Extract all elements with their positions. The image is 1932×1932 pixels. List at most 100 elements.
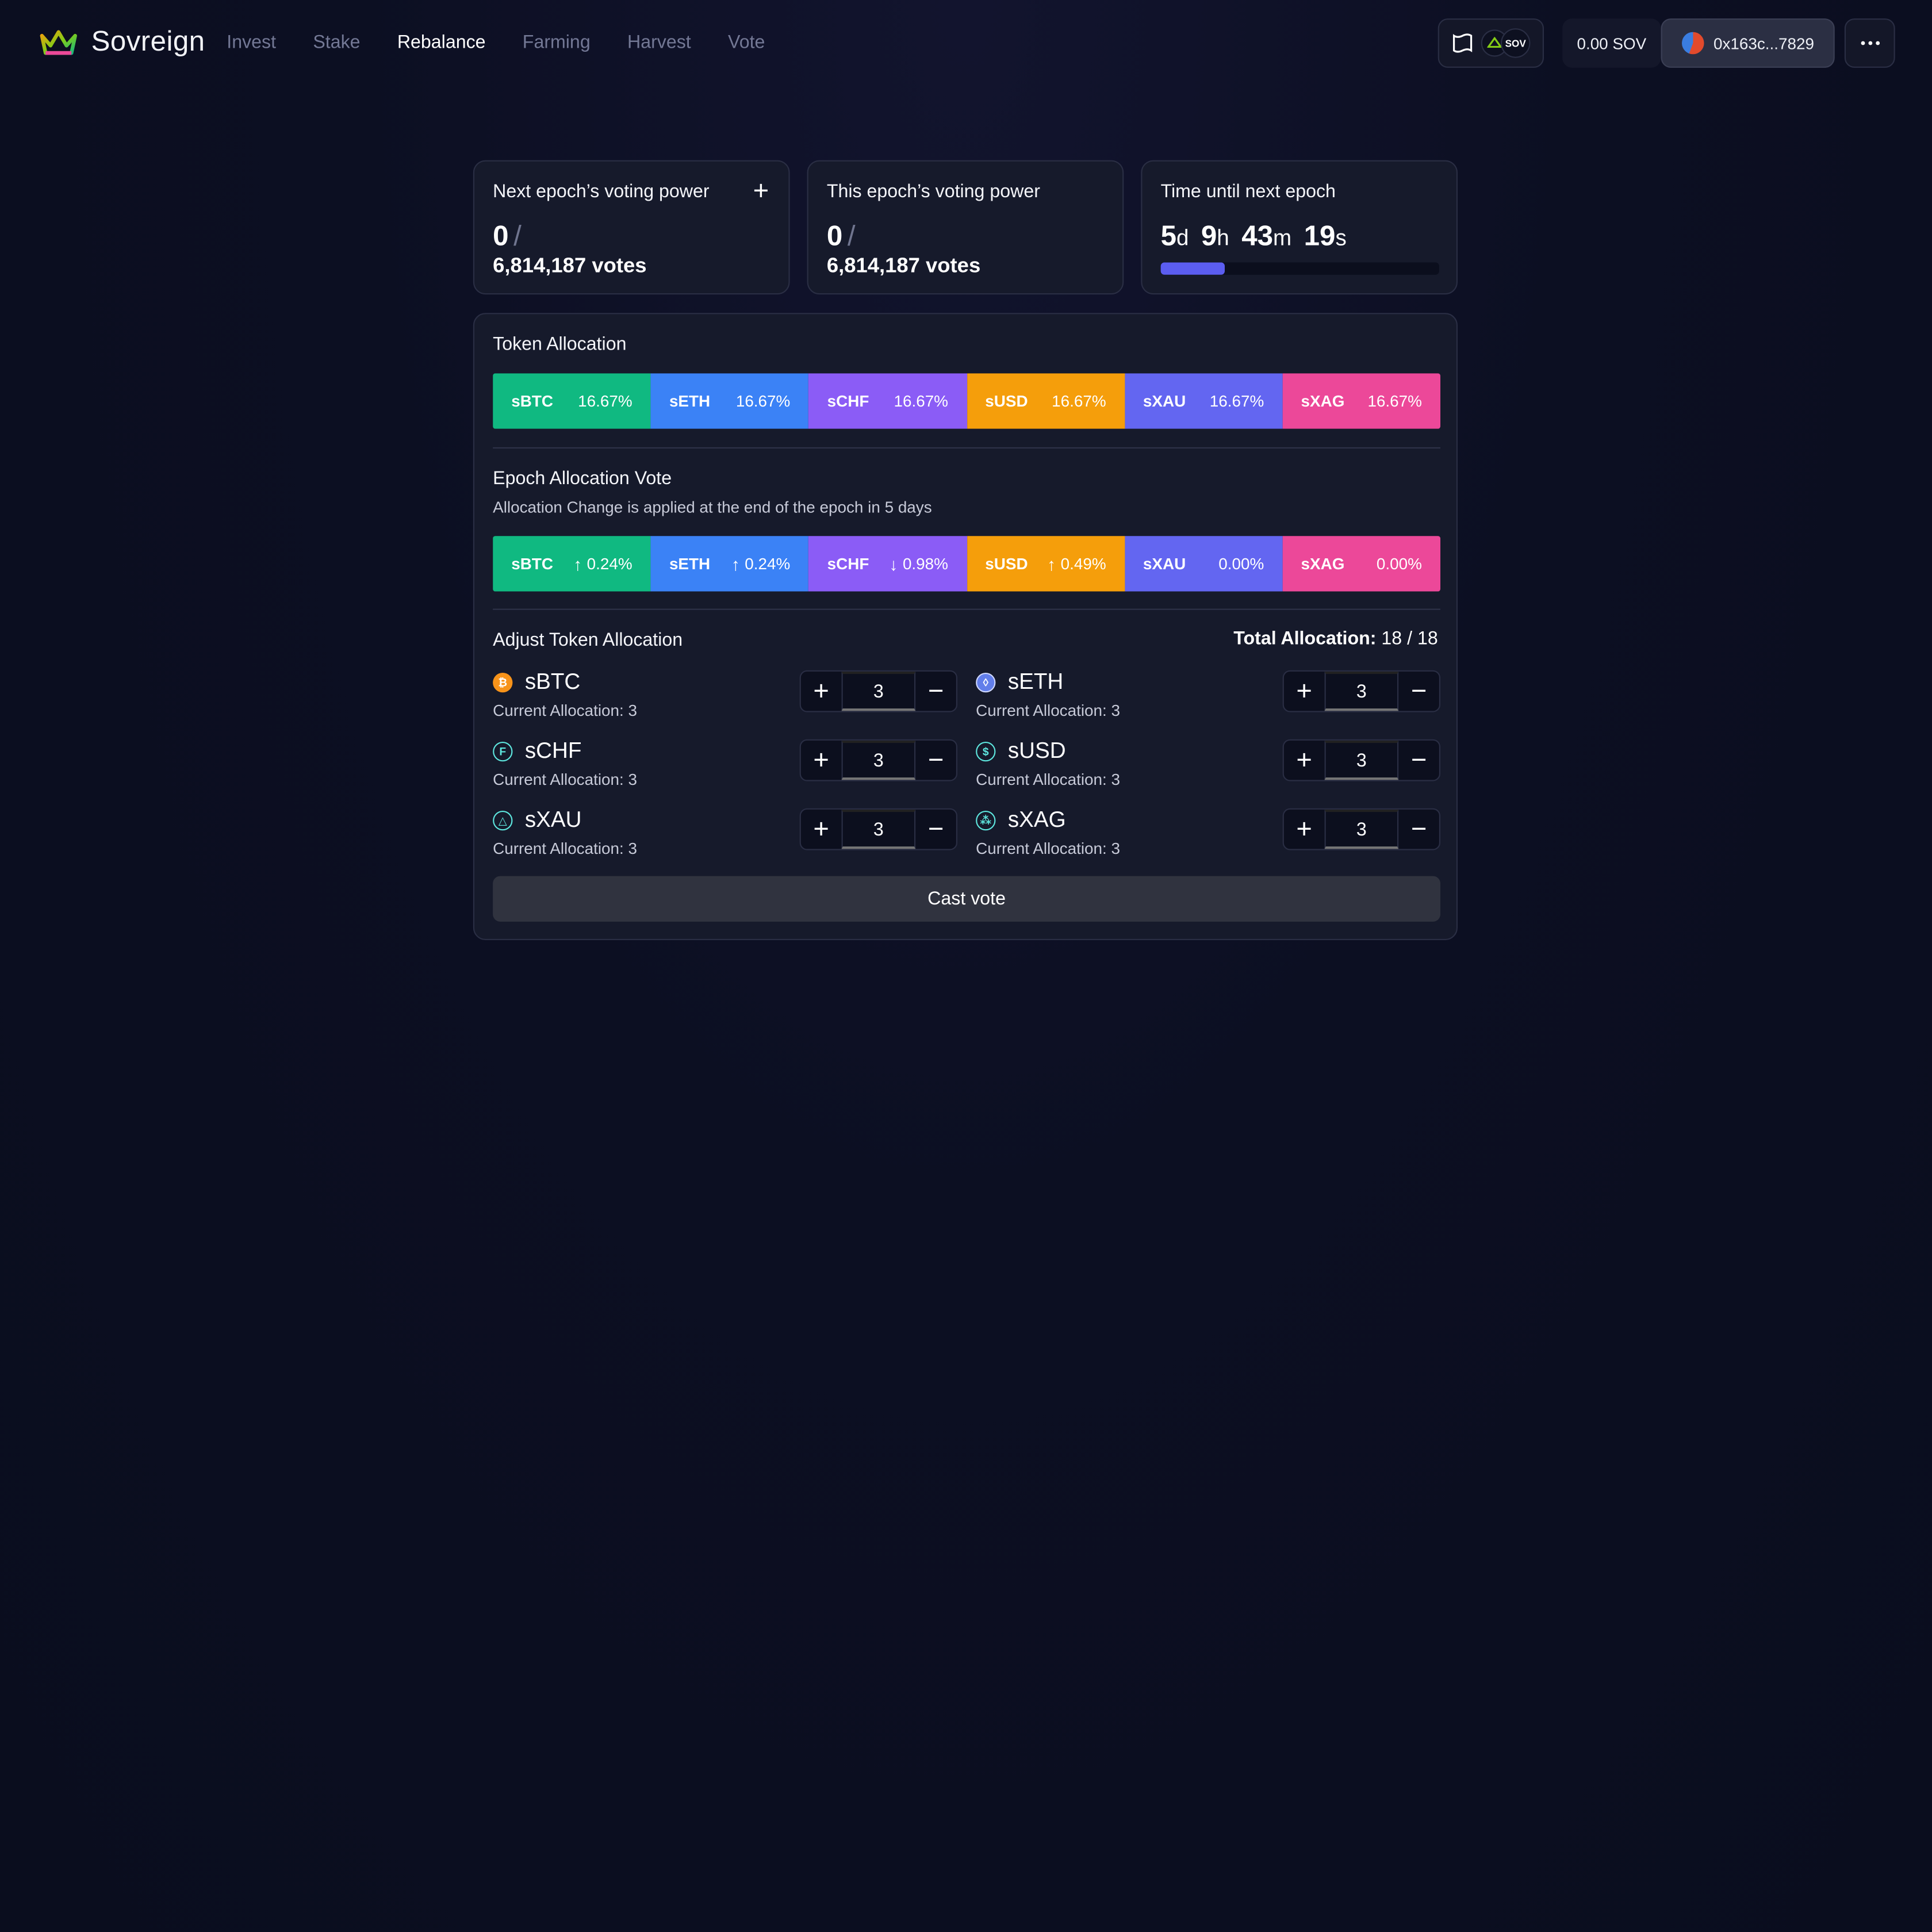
next-power-value: 0/ [493, 219, 522, 252]
token-row-susd: $ sUSD Current Allocation: 3 + − [976, 738, 1440, 795]
token-row-seth: ◊ sETH Current Allocation: 3 + − [976, 669, 1440, 726]
allocation-input[interactable] [841, 671, 916, 711]
decrement-button[interactable]: − [915, 672, 956, 711]
nav-harvest[interactable]: Harvest [627, 32, 691, 53]
divider [493, 447, 1440, 448]
alloc-seg-sxau: sXAU 16.67% [1124, 373, 1283, 429]
franc-icon: F [493, 742, 513, 762]
decrement-button[interactable]: − [1398, 810, 1439, 849]
token-name: sETH [1007, 669, 1064, 694]
alloc-seg-susd: sUSD 16.67% [967, 373, 1125, 429]
alloc-seg-sxag: sXAG 16.67% [1282, 373, 1440, 429]
increment-button[interactable]: + [801, 810, 842, 849]
alloc-seg-sbtc: sBTC 16.67% [493, 373, 651, 429]
wallet-tokens-button[interactable]: SOV [1438, 18, 1544, 68]
dollar-icon: $ [976, 742, 996, 762]
next-power-total: 6,814,187 votes [493, 254, 647, 278]
token-name: sXAU [524, 807, 582, 832]
epoch-vote-bar: sBTC ↑ 0.24% sETH ↑ 0.24% sCHF ↓ 0.98% sUSD ↑ 0.… [493, 536, 1440, 592]
allocation-input[interactable] [1324, 809, 1399, 849]
divider [493, 608, 1440, 610]
sov-balance: 0.00 SOV [1562, 18, 1661, 68]
wallet-address-button[interactable]: 0x163c...7829 [1661, 18, 1835, 68]
this-power-title: This epoch’s voting power [826, 181, 1040, 202]
nav-rebalance[interactable]: Rebalance [397, 32, 486, 53]
allocation-stepper: + − [1282, 808, 1440, 850]
map-icon [1452, 33, 1473, 53]
increment-button[interactable]: + [1284, 810, 1325, 849]
vote-seg-schf: sCHF ↓ 0.98% [808, 536, 967, 592]
token-name: sBTC [524, 669, 581, 694]
token-name: sXAG [1007, 807, 1066, 832]
token-name: sCHF [524, 738, 582, 763]
adjust-allocation-title: Adjust Token Allocation [493, 630, 683, 651]
allocation-stepper: + − [799, 808, 957, 850]
nav-vote[interactable]: Vote [728, 32, 765, 53]
this-power-total: 6,814,187 votes [826, 254, 981, 278]
alloc-seg-seth: sETH 16.67% [650, 373, 809, 429]
next-epoch-power-card: Next epoch’s voting power + 0/ 6,814,187… [473, 160, 790, 295]
increment-button[interactable]: + [1284, 672, 1325, 711]
allocation-stepper: + − [1282, 739, 1440, 781]
next-power-title: Next epoch’s voting power [493, 181, 710, 202]
cast-vote-button[interactable]: Cast vote [493, 876, 1440, 922]
increment-button[interactable]: + [801, 672, 842, 711]
current-allocation: Current Allocation: 3 [493, 770, 638, 789]
current-allocation: Current Allocation: 3 [976, 839, 1121, 858]
arrow-up-icon: ↑ [573, 554, 582, 574]
current-allocation: Current Allocation: 3 [976, 770, 1121, 789]
vote-seg-seth: sETH ↑ 0.24% [650, 536, 809, 592]
arrow-up-icon: ↑ [731, 554, 740, 574]
sov-token-badge: SOV [1481, 28, 1531, 58]
decrement-button[interactable]: − [915, 810, 956, 849]
epoch-timer-title: Time until next epoch [1160, 181, 1336, 202]
allocation-input[interactable] [841, 740, 916, 780]
brand[interactable]: Sovreign [40, 25, 205, 58]
vote-seg-sxag: sXAG 0.00% [1282, 536, 1440, 592]
silver-icon: ⁂ [976, 811, 996, 831]
token-allocation-title: Token Allocation [493, 334, 627, 355]
allocation-input[interactable] [1324, 740, 1399, 780]
current-allocation: Current Allocation: 3 [493, 701, 638, 720]
allocation-input[interactable] [841, 809, 916, 849]
crown-logo-icon [40, 29, 77, 55]
more-menu-button[interactable] [1844, 18, 1895, 68]
token-allocation-bar: sBTC 16.67% sETH 16.67% sCHF 16.67% sUSD 16.… [493, 373, 1440, 429]
nav-stake[interactable]: Stake [313, 32, 360, 53]
token-name: sUSD [1007, 738, 1066, 763]
decrement-button[interactable]: − [1398, 672, 1439, 711]
increment-button[interactable]: + [1284, 741, 1325, 780]
ethereum-icon: ◊ [976, 673, 996, 693]
sov-text-icon: SOV [1501, 28, 1531, 58]
decrement-button[interactable]: − [1398, 741, 1439, 780]
add-power-icon[interactable]: + [753, 177, 769, 204]
token-row-sxau: △ sXAU Current Allocation: 3 + − [493, 807, 957, 864]
epoch-vote-subtitle: Allocation Change is applied at the end … [493, 497, 932, 516]
increment-button[interactable]: + [801, 741, 842, 780]
top-nav-bar: Sovreign Invest Stake Rebalance Farming … [0, 0, 1932, 89]
nav-farming[interactable]: Farming [523, 32, 591, 53]
token-row-schf: F sCHF Current Allocation: 3 + − [493, 738, 957, 795]
total-allocation: Total Allocation: 18 / 18 [1233, 628, 1438, 650]
this-power-value: 0/ [826, 219, 856, 252]
avatar [1681, 32, 1704, 55]
bitcoin-icon: ₿ [493, 673, 513, 693]
epoch-timer-card: Time until next epoch 5d 9h 43m 19s [1141, 160, 1458, 295]
token-row-sxag: ⁂ sXAG Current Allocation: 3 + − [976, 807, 1440, 864]
token-row-sbtc: ₿ sBTC Current Allocation: 3 + − [493, 669, 957, 726]
arrow-up-icon: ↑ [1047, 554, 1056, 574]
brand-name: Sovreign [91, 24, 205, 57]
decrement-button[interactable]: − [915, 741, 956, 780]
vote-seg-sxau: sXAU 0.00% [1124, 536, 1283, 592]
allocation-stepper: + − [799, 739, 957, 781]
epoch-progress-bar [1160, 262, 1439, 275]
vote-seg-sbtc: sBTC ↑ 0.24% [493, 536, 651, 592]
nav-invest[interactable]: Invest [227, 32, 276, 53]
allocation-stepper: + − [799, 670, 957, 712]
allocation-input[interactable] [1324, 671, 1399, 711]
current-allocation: Current Allocation: 3 [976, 701, 1121, 720]
main-nav: Invest Stake Rebalance Farming Harvest V… [227, 32, 802, 53]
rebalance-card: Token Allocation sBTC 16.67% sETH 16.67% s… [473, 313, 1458, 941]
gold-icon: △ [493, 811, 513, 831]
this-epoch-power-card: This epoch’s voting power 0/ 6,814,187 v… [807, 160, 1124, 295]
